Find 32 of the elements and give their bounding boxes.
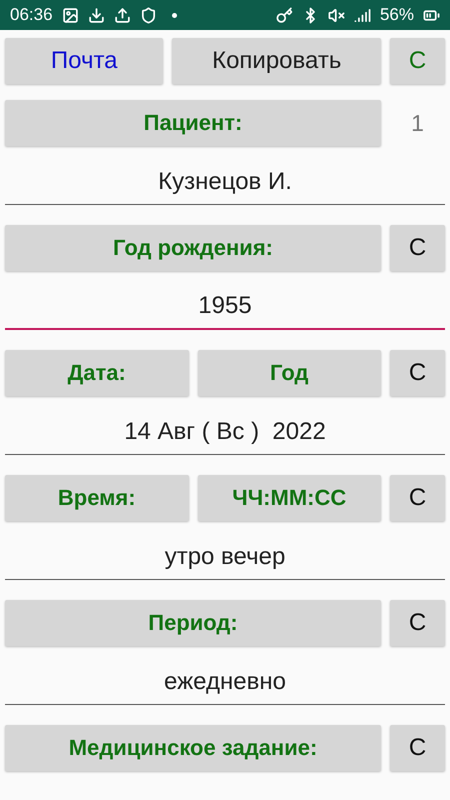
mute-icon	[328, 6, 345, 24]
input-field[interactable]: ежедневно	[5, 659, 445, 705]
clear-button[interactable]: С	[390, 350, 445, 396]
clear-button[interactable]: С	[390, 38, 445, 84]
signal-icon	[354, 6, 371, 24]
input-field[interactable]: Кузнецов И.	[5, 159, 445, 205]
label-button[interactable]: Медицинское задание:	[5, 725, 381, 771]
label-button[interactable]: Время:	[5, 475, 188, 521]
input-field[interactable]: утро вечер	[5, 534, 445, 580]
shield-icon	[140, 6, 157, 24]
label-button[interactable]: Период:	[5, 600, 381, 646]
clock: 06:36	[10, 5, 53, 25]
label-button[interactable]: Пациент:	[5, 100, 381, 146]
input-field[interactable]: 1955	[5, 284, 445, 330]
clear-button[interactable]: С	[390, 475, 445, 521]
action-button[interactable]: Почта	[5, 38, 164, 84]
battery-level: 56%	[380, 5, 414, 25]
label-button[interactable]: ЧЧ:ММ:СС	[198, 475, 381, 521]
action-button[interactable]: Копировать	[172, 38, 381, 84]
clear-button[interactable]: С	[390, 725, 445, 771]
counter: 1	[410, 108, 425, 138]
dot-icon	[172, 12, 177, 18]
key-icon	[276, 6, 293, 24]
image-icon	[62, 6, 79, 24]
upload-icon	[114, 6, 131, 24]
download-icon	[88, 6, 105, 24]
input-field[interactable]: 14 Авг ( Вс ) 2022	[5, 409, 445, 455]
clear-button[interactable]: С	[390, 600, 445, 646]
label-button[interactable]: Дата:	[5, 350, 188, 396]
label-button[interactable]: Год	[198, 350, 381, 396]
clear-button[interactable]: С	[390, 225, 445, 271]
label-button[interactable]: Год рождения:	[5, 225, 381, 271]
